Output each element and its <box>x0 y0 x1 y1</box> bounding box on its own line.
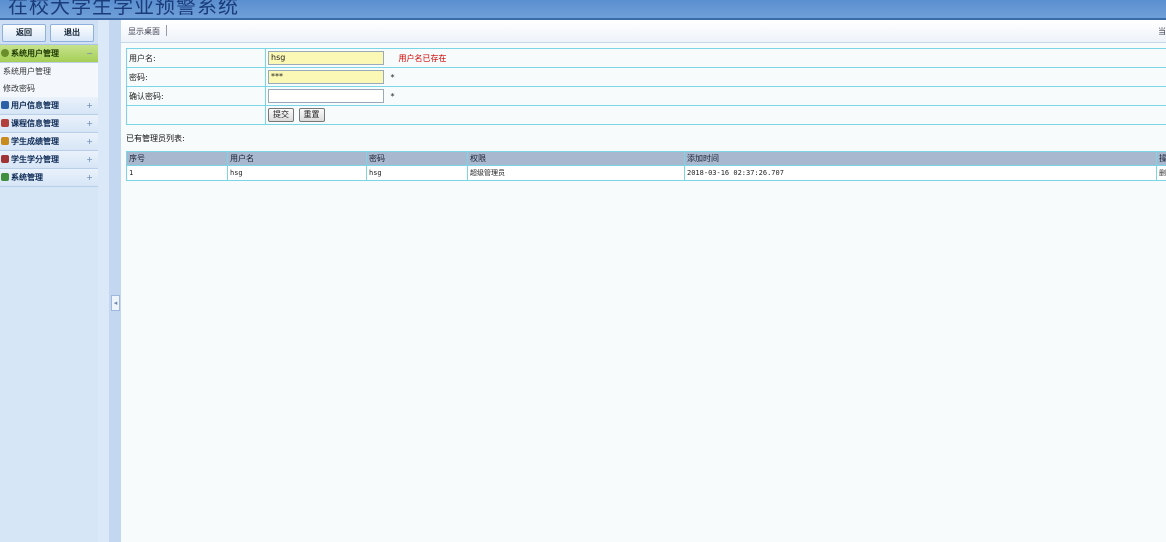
credits-icon <box>1 155 9 163</box>
username-error: 用户名已存在 <box>398 53 447 63</box>
reset-button[interactable]: 重置 <box>298 108 325 122</box>
menu-category-credits[interactable]: 学生学分管理 + <box>0 151 98 169</box>
table-cell: 超级管理员 <box>467 165 685 181</box>
username-label: 用户名: <box>126 48 266 68</box>
username-input[interactable]: hsg <box>268 51 384 65</box>
admin-list-table: 序号 用户名 密码 权限 添加时间 操 1 hsg hsg 超级管理员 2018… <box>126 151 1166 181</box>
expand-icon[interactable]: + <box>86 151 93 168</box>
menu-item-change-password[interactable]: 修改密码 <box>0 80 98 97</box>
user-info-icon <box>1 101 9 109</box>
collapse-icon[interactable]: − <box>86 45 93 62</box>
exit-button[interactable]: 退出 <box>50 24 94 42</box>
main-content: 显示桌面 当 用户名: hsg 用户名已存在 密码: *** * 确认密码: * <box>121 20 1166 542</box>
sidebar: 返回 退出 系统用户管理 − 系统用户管理 修改密码 用户信息管理 + 课程信息… <box>0 20 98 542</box>
expand-icon[interactable]: + <box>86 169 93 186</box>
menu-category-label: 用户信息管理 <box>11 101 59 110</box>
tab-bar: 显示桌面 当 <box>121 20 1166 43</box>
table-cell: 1 <box>126 165 228 181</box>
system-icon <box>1 173 9 181</box>
table-cell: hsg <box>227 165 367 181</box>
empty-label-cell <box>126 105 266 125</box>
password-input[interactable]: *** <box>268 70 384 84</box>
confirm-password-input[interactable] <box>268 89 384 103</box>
collapse-sidebar-icon[interactable]: ◂ <box>111 295 120 311</box>
menu-category-label: 系统管理 <box>11 173 43 182</box>
expand-icon[interactable]: + <box>86 115 93 132</box>
menu-category-label: 学生成绩管理 <box>11 137 59 146</box>
tab-right-fragment[interactable]: 当 <box>1158 26 1166 37</box>
course-icon <box>1 119 9 127</box>
expand-icon[interactable]: + <box>86 133 93 150</box>
sidebar-empty-area <box>0 198 98 542</box>
menu-category-grades[interactable]: 学生成绩管理 + <box>0 133 98 151</box>
sidebar-toolbar: 返回 退出 <box>0 20 98 45</box>
column-header: 用户名 <box>227 151 367 166</box>
menu-category-label: 系统用户管理 <box>11 49 59 58</box>
app-title: 在校大学生学业预警系统 <box>8 0 239 18</box>
confirm-password-label: 确认密码: <box>126 86 266 106</box>
menu-category-user-info[interactable]: 用户信息管理 + <box>0 97 98 115</box>
password-label: 密码: <box>126 67 266 87</box>
required-mark: * <box>390 91 395 101</box>
required-mark: * <box>390 72 395 82</box>
menu-category-system[interactable]: 系统管理 + <box>0 169 98 187</box>
table-header-row: 序号 用户名 密码 权限 添加时间 操 <box>126 151 1166 166</box>
menu-category-system-users[interactable]: 系统用户管理 − <box>0 45 98 63</box>
column-header: 权限 <box>467 151 685 166</box>
column-header: 密码 <box>366 151 468 166</box>
menu-category-course-info[interactable]: 课程信息管理 + <box>0 115 98 133</box>
table-cell: hsg <box>366 165 468 181</box>
app-banner: 在校大学生学业预警系统 <box>0 0 1166 20</box>
delete-link[interactable]: 删 <box>1156 165 1166 181</box>
grades-icon <box>1 137 9 145</box>
menu-category-label: 学生学分管理 <box>11 155 59 164</box>
table-row: 1 hsg hsg 超级管理员 2018-03-16 02:37:26.707 … <box>126 165 1166 181</box>
tab-divider <box>166 25 167 36</box>
menu-category-label: 课程信息管理 <box>11 119 59 128</box>
column-header: 序号 <box>126 151 228 166</box>
users-icon <box>1 49 9 57</box>
expand-icon[interactable]: + <box>86 97 93 114</box>
tab-show-desktop[interactable]: 显示桌面 <box>128 26 160 37</box>
menu-item-system-users[interactable]: 系统用户管理 <box>0 63 98 80</box>
sidebar-gap <box>98 20 109 542</box>
add-admin-form: 用户名: hsg 用户名已存在 密码: *** * 确认密码: * 提交 重置 <box>126 48 1166 125</box>
column-header: 添加时间 <box>684 151 1157 166</box>
submit-button[interactable]: 提交 <box>268 108 294 122</box>
column-header: 操 <box>1156 151 1166 166</box>
table-cell: 2018-03-16 02:37:26.707 <box>684 165 1157 181</box>
splitter: ◂ <box>109 20 121 542</box>
admin-list-caption: 已有管理员列表: <box>126 134 185 143</box>
back-button[interactable]: 返回 <box>2 24 46 42</box>
